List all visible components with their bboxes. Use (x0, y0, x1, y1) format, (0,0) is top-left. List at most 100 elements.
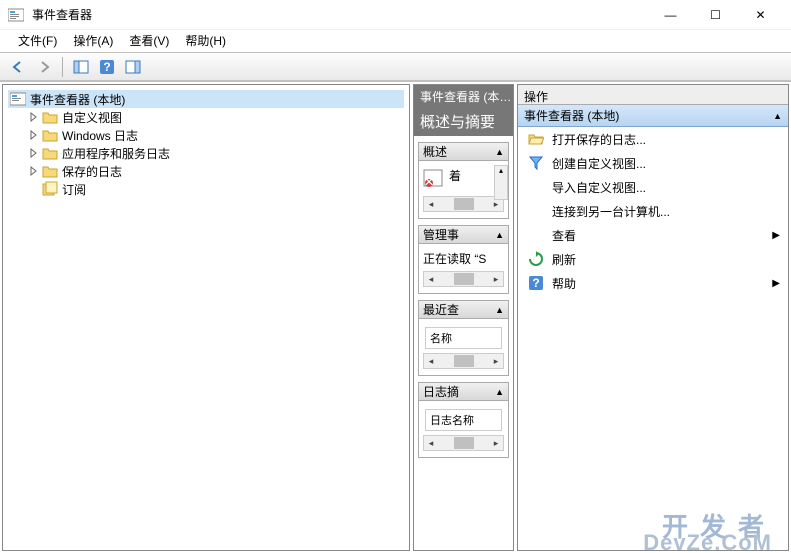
tree-children: 自定义视图 Windows 日志 应用程序和服务日志 保存的日志 订阅 (8, 108, 404, 198)
chevron-right-icon: ▶ (772, 278, 780, 289)
menu-view[interactable]: 查看(V) (121, 30, 177, 52)
action-label: 帮助 (552, 275, 576, 292)
section-body: 日志名称 ◂▸ (419, 401, 508, 457)
svg-text:✕: ✕ (424, 175, 434, 189)
tree-item-saved-logs[interactable]: 保存的日志 (26, 162, 404, 180)
section-header[interactable]: 概述 ▲ (419, 143, 508, 161)
section-header-label: 管理事 (423, 226, 459, 243)
help-icon: ? (528, 275, 544, 291)
menubar: 文件(F) 操作(A) 查看(V) 帮助(H) (0, 30, 791, 52)
event-viewer-icon (10, 91, 26, 107)
tree-pane: 事件查看器 (本地) 自定义视图 Windows 日志 应用程序和服务日志 (2, 84, 410, 551)
summary-section-admin: 管理事 ▲ 正在读取 “S ◂▸ (418, 225, 509, 294)
section-body: 名称 ◂▸ (419, 319, 508, 375)
column-header-log-name[interactable]: 日志名称 (425, 409, 502, 431)
section-header-label: 最近查 (423, 301, 459, 318)
close-button[interactable]: ✕ (738, 0, 783, 30)
show-hide-action-button[interactable] (121, 55, 145, 79)
folder-icon (42, 109, 58, 125)
action-label: 刷新 (552, 251, 576, 268)
action-label: 查看 (552, 227, 576, 244)
actions-group-label: 事件查看器 (本地) (524, 107, 619, 124)
horizontal-scrollbar[interactable]: ◂▸ (423, 271, 504, 287)
action-refresh[interactable]: 刷新 (518, 247, 788, 271)
forward-button[interactable] (32, 55, 56, 79)
action-label: 打开保存的日志... (552, 131, 646, 148)
minimize-button[interactable]: — (648, 0, 693, 30)
tree-item-app-services-logs[interactable]: 应用程序和服务日志 (26, 144, 404, 162)
action-view[interactable]: 查看 ▶ (518, 223, 788, 247)
section-header-label: 概述 (423, 143, 447, 160)
tree-item-label: 订阅 (62, 181, 86, 198)
collapse-icon[interactable]: ▲ (495, 305, 504, 315)
tree-root-label: 事件查看器 (本地) (30, 91, 125, 108)
menu-action[interactable]: 操作(A) (65, 30, 121, 52)
summary-section-log: 日志摘 ▲ 日志名称 ◂▸ (418, 382, 509, 458)
collapse-icon[interactable]: ▲ (495, 230, 504, 240)
action-create-custom-view[interactable]: 创建自定义视图... (518, 151, 788, 175)
collapse-icon[interactable]: ▲ (773, 111, 782, 121)
chevron-right-icon: ▶ (772, 230, 780, 241)
section-body: 正在读取 “S ◂▸ (419, 244, 508, 293)
collapse-icon[interactable]: ▲ (495, 147, 504, 157)
expander-icon[interactable] (28, 147, 40, 159)
horizontal-scrollbar[interactable]: ◂▸ (423, 435, 504, 451)
section-header[interactable]: 管理事 ▲ (419, 226, 508, 244)
expander-icon[interactable] (28, 165, 40, 177)
menu-help[interactable]: 帮助(H) (177, 30, 234, 52)
window-control-group: — ☐ ✕ (648, 0, 783, 30)
action-import-custom-view[interactable]: 导入自定义视图... (518, 175, 788, 199)
vertical-scrollbar[interactable]: ▴ (494, 165, 508, 200)
section-header-label: 日志摘 (423, 383, 459, 400)
section-body: ✕ 着 ▴ ◂▸ (419, 161, 508, 218)
column-header-name[interactable]: 名称 (425, 327, 502, 349)
show-hide-tree-button[interactable] (69, 55, 93, 79)
menu-file[interactable]: 文件(F) (10, 30, 65, 52)
folder-icon (42, 127, 58, 143)
tree-item-subscriptions[interactable]: 订阅 (26, 180, 404, 198)
expander-icon[interactable] (28, 129, 40, 141)
event-viewer-overview-icon: ✕ (423, 167, 445, 192)
action-open-saved-log[interactable]: 打开保存的日志... (518, 127, 788, 151)
section-header[interactable]: 日志摘 ▲ (419, 383, 508, 401)
folder-open-icon (528, 131, 544, 147)
actions-group-header[interactable]: 事件查看器 (本地) ▲ (518, 105, 788, 127)
summary-section-recent: 最近查 ▲ 名称 ◂▸ (418, 300, 509, 376)
window-title: 事件查看器 (32, 6, 648, 23)
section-body-text: 着 (449, 167, 461, 184)
action-connect-computer[interactable]: 连接到另一台计算机... (518, 199, 788, 223)
expander-icon[interactable] (28, 111, 40, 123)
help-toolbar-button[interactable]: ? (95, 55, 119, 79)
collapse-icon[interactable]: ▲ (495, 387, 504, 397)
action-help[interactable]: ? 帮助 ▶ (518, 271, 788, 295)
summary-title: 概述与摘要 (414, 105, 513, 136)
filter-icon (528, 155, 544, 171)
action-label: 连接到另一台计算机... (552, 203, 670, 220)
action-label: 创建自定义视图... (552, 155, 646, 172)
back-button[interactable] (6, 55, 30, 79)
section-header[interactable]: 最近查 ▲ (419, 301, 508, 319)
tree-item-label: Windows 日志 (62, 127, 138, 144)
tree-root[interactable]: 事件查看器 (本地) (8, 90, 404, 108)
refresh-icon (528, 251, 544, 267)
app-icon (8, 7, 24, 23)
titlebar: 事件查看器 — ☐ ✕ (0, 0, 791, 30)
tree-item-windows-logs[interactable]: Windows 日志 (26, 126, 404, 144)
tree-item-label: 保存的日志 (62, 163, 122, 180)
svg-text:?: ? (103, 60, 110, 74)
horizontal-scrollbar[interactable]: ◂▸ (423, 196, 504, 212)
svg-text:?: ? (532, 276, 539, 290)
horizontal-scrollbar[interactable]: ◂▸ (423, 353, 504, 369)
tree-item-label: 自定义视图 (62, 109, 122, 126)
summary-header: 事件查看器 (本… (414, 85, 513, 105)
tree-item-custom-views[interactable]: 自定义视图 (26, 108, 404, 126)
summary-section-overview: 概述 ▲ ✕ 着 ▴ ◂▸ (418, 142, 509, 219)
section-body-text: 正在读取 “S (423, 252, 486, 266)
action-label: 导入自定义视图... (552, 179, 646, 196)
subscription-icon (42, 181, 58, 197)
actions-pane: 操作 事件查看器 (本地) ▲ 打开保存的日志... 创建自定义视图... 导入… (517, 84, 789, 551)
maximize-button[interactable]: ☐ (693, 0, 738, 30)
toolbar: ? (0, 52, 791, 81)
folder-icon (42, 145, 58, 161)
toolbar-separator (62, 57, 63, 77)
